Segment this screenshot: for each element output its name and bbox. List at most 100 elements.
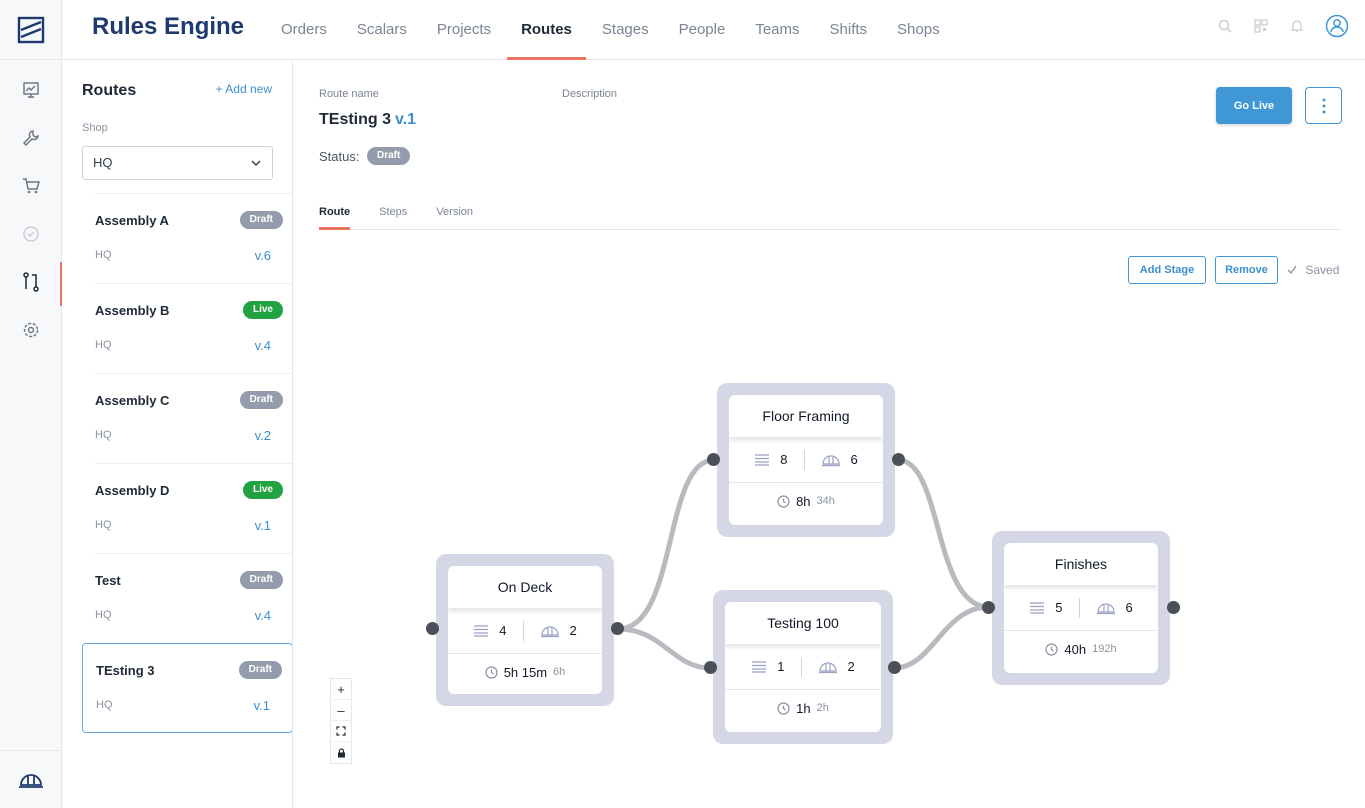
stage-duration: 5h 15m [503,664,548,680]
stage-total: 6h [553,666,566,678]
output-handle[interactable] [611,622,624,635]
check-circle-icon[interactable] [0,214,62,254]
stage-node[interactable]: Floor Framing 8 6 8h 34h [717,383,895,537]
tab-orders[interactable]: Orders [267,0,341,60]
status-badge: Draft [238,661,282,679]
stage-workers: 2 [847,659,855,674]
add-new-link[interactable]: + Add new [216,82,272,96]
shop-select[interactable]: HQ [82,146,273,180]
route-item-shop: HQ [95,339,112,351]
stage-total: 34h [816,495,835,507]
input-handle[interactable] [982,601,995,614]
route-item-name: Test [95,573,121,588]
gear-icon[interactable] [0,310,62,350]
list-icon [474,624,489,637]
output-handle[interactable] [892,453,905,466]
stage-workers: 6 [850,452,858,467]
input-handle[interactable] [704,661,717,674]
tab-stages[interactable]: Stages [588,0,663,60]
tab-routes[interactable]: Routes [507,0,586,60]
route-item[interactable]: Assembly B Live HQ v.4 [95,283,292,373]
route-item-version: v.1 [253,698,270,713]
tab-teams[interactable]: Teams [741,0,813,60]
stage-name: Testing 100 [725,602,881,644]
tab-people[interactable]: People [665,0,740,60]
lock-button[interactable] [331,742,351,763]
stage-node[interactable]: Finishes 5 6 40h 192h [992,531,1170,685]
stage-duration: 8h [796,493,811,509]
tab-version[interactable]: Version [436,200,473,229]
tab-route[interactable]: Route [319,200,351,230]
detail-tabs: Route Steps Version [319,200,1342,230]
saved-status: Saved [1287,263,1339,277]
route-item[interactable]: Assembly A Draft HQ v.6 [95,193,292,283]
clock-icon [1045,642,1059,656]
input-handle[interactable] [426,622,439,635]
input-handle[interactable] [707,453,720,466]
clock-icon [777,701,790,715]
route-name-label: Route name [319,88,379,100]
stage-card: Floor Framing 8 6 8h 34h [729,395,883,525]
divider [1078,597,1080,618]
zoom-out-button[interactable]: – [331,700,351,721]
app-logo[interactable] [0,0,62,60]
tab-steps[interactable]: Steps [379,200,407,229]
chart-presentation-icon[interactable] [0,70,62,110]
route-item[interactable]: Assembly C Draft HQ v.2 [95,373,292,463]
wrench-icon[interactable] [0,118,62,158]
stage-node[interactable]: On Deck 4 2 5h 15m 6h [436,554,614,706]
stage-time: 8h 34h [729,483,883,519]
top-icons [1217,14,1349,38]
route-item[interactable]: Assembly D Live HQ v.1 [95,463,292,553]
connector [897,457,990,610]
list-icon [755,453,770,466]
route-item-name: TEsting 3 [96,663,155,678]
more-options-button[interactable] [1305,87,1342,124]
hard-hat-icon[interactable] [0,750,62,808]
go-live-button[interactable]: Go Live [1216,87,1292,124]
tab-projects[interactable]: Projects [423,0,505,60]
divider [803,449,805,470]
route-icon[interactable] [0,262,63,306]
route-list: Assembly A Draft HQ v.6 Assembly B Live … [82,193,292,733]
tab-scalars[interactable]: Scalars [343,0,421,60]
route-version: v.1 [395,111,417,128]
top-nav: Orders Scalars Projects Routes Stages Pe… [267,0,956,60]
search-icon[interactable] [1217,18,1233,34]
cart-icon[interactable] [0,166,62,206]
bell-icon[interactable] [1289,18,1305,34]
app-title: Rules Engine [92,13,245,40]
qr-code-icon[interactable] [1253,18,1269,34]
icon-rail [0,0,63,808]
route-item-shop: HQ [95,429,112,441]
route-item-shop: HQ [96,699,113,711]
tab-shifts[interactable]: Shifts [816,0,882,60]
list-icon [752,660,767,673]
stage-workers: 2 [569,623,577,638]
stage-stats: 5 6 [1004,585,1158,631]
hard-hat-icon [1096,602,1115,614]
remove-button[interactable]: Remove [1215,256,1278,284]
route-item-selected[interactable]: TEsting 3 Draft HQ v.1 [82,643,292,733]
stage-time: 1h 2h [725,690,881,726]
user-avatar-icon[interactable] [1325,14,1349,38]
hard-hat-icon [540,625,559,637]
route-name-text: TEsting 3 [319,111,392,128]
add-stage-button[interactable]: Add Stage [1128,256,1206,284]
connector [893,604,990,671]
output-handle[interactable] [888,661,901,674]
logo-icon [17,16,45,43]
output-handle[interactable] [1167,601,1180,614]
check-icon [1287,265,1297,275]
status-badge: Draft [239,391,283,409]
route-item[interactable]: Test Draft HQ v.4 [95,553,292,643]
zoom-in-button[interactable]: + [331,679,351,700]
hard-hat-icon [818,661,837,673]
fit-view-button[interactable] [331,721,351,742]
status-badge: Draft [239,211,283,229]
route-item-version: v.1 [254,518,271,533]
tab-shops[interactable]: Shops [883,0,954,60]
stage-node[interactable]: Testing 100 1 2 1h 2h [713,590,893,744]
stage-card: Testing 100 1 2 1h 2h [725,602,881,732]
stage-time: 5h 15m 6h [448,654,602,690]
